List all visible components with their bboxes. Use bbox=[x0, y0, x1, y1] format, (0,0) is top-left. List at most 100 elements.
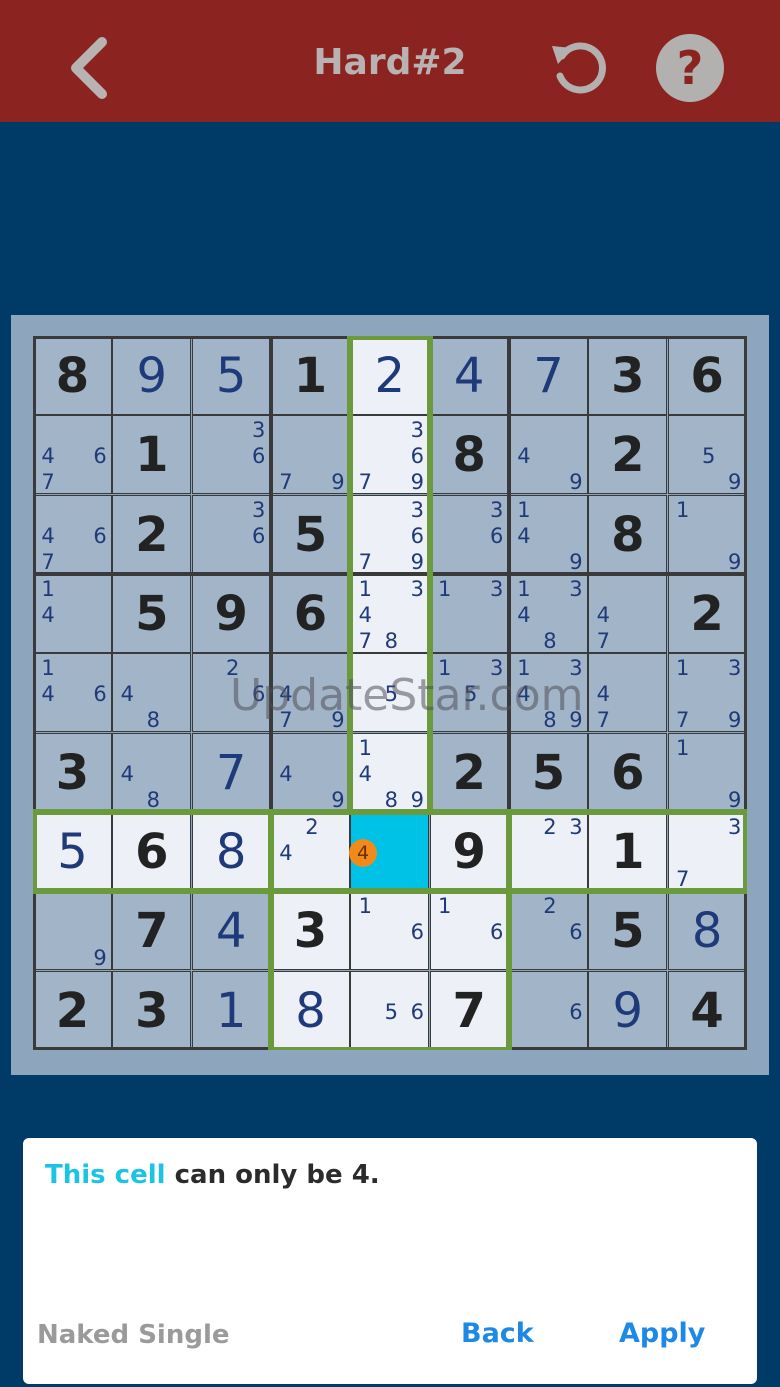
sudoku-cell[interactable]: 36 bbox=[191, 494, 271, 574]
sudoku-cell[interactable]: 8 bbox=[588, 494, 668, 574]
sudoku-cell[interactable]: 9 bbox=[429, 811, 509, 891]
sudoku-cell[interactable]: 23 bbox=[508, 811, 588, 891]
sudoku-cell[interactable]: 5 bbox=[588, 891, 668, 971]
cell-value: 3 bbox=[135, 982, 169, 1039]
sudoku-cell[interactable]: 1 bbox=[112, 415, 192, 495]
sudoku-cell[interactable]: 14 bbox=[33, 573, 112, 653]
sudoku-cell[interactable]: 8 bbox=[667, 891, 747, 971]
sudoku-cell[interactable]: 47 bbox=[588, 573, 668, 653]
sudoku-cell[interactable]: 2 bbox=[588, 415, 668, 495]
sudoku-cell[interactable]: 7 bbox=[191, 732, 271, 812]
sudoku-cell[interactable]: 16 bbox=[350, 891, 430, 971]
sudoku-cell[interactable]: 5 bbox=[112, 573, 192, 653]
cell-candidate: 6 bbox=[489, 523, 504, 548]
sudoku-cell[interactable]: 14 6 bbox=[33, 653, 112, 733]
cell-candidate: 7 bbox=[41, 549, 55, 574]
cell-candidate: 1 bbox=[675, 735, 690, 760]
cell-value: 9 bbox=[136, 348, 168, 404]
sudoku-cell[interactable]: 6 bbox=[508, 970, 588, 1050]
sudoku-cell[interactable]: 6 bbox=[588, 732, 668, 812]
sudoku-cell[interactable]: 1 3 7 9 bbox=[667, 653, 747, 733]
sudoku-cell[interactable]: 1489 bbox=[350, 732, 430, 812]
sudoku-cell[interactable]: 36 bbox=[191, 415, 271, 495]
cell-candidate: 5 bbox=[384, 999, 398, 1024]
sudoku-cell[interactable]: 1 bbox=[191, 970, 271, 1050]
sudoku-cell[interactable]: 2 bbox=[33, 970, 112, 1050]
cell-candidate: 1 bbox=[517, 576, 531, 601]
cell-candidate: 9 bbox=[93, 946, 107, 971]
help-icon[interactable]: ? bbox=[656, 34, 724, 102]
sudoku-cell[interactable]: 48 bbox=[112, 653, 192, 733]
sudoku-cell[interactable]: 5 bbox=[508, 732, 588, 812]
sudoku-cell[interactable]: 59 bbox=[667, 415, 747, 495]
cell-candidate: 8 bbox=[384, 628, 398, 653]
cell-candidate: 6 bbox=[410, 999, 424, 1024]
sudoku-cell[interactable]: 24 bbox=[270, 811, 350, 891]
sudoku-cell[interactable]: 48 bbox=[112, 732, 192, 812]
cell-value: 9 bbox=[612, 982, 644, 1039]
sudoku-cell[interactable]: 7 bbox=[508, 336, 588, 415]
sudoku-cell[interactable]: 47 bbox=[588, 653, 668, 733]
cell-value: 5 bbox=[531, 744, 566, 801]
sudoku-cell[interactable]: 56 bbox=[350, 970, 430, 1050]
sudoku-cell[interactable]: 1 3 48 bbox=[508, 573, 588, 653]
cell-candidate: 6 bbox=[93, 444, 107, 469]
sudoku-cell[interactable]: 6 bbox=[667, 336, 747, 415]
sudoku-cell[interactable]: 2 bbox=[112, 494, 192, 574]
sudoku-cell[interactable]: 8 bbox=[33, 336, 112, 415]
watermark: UpdateStar.com bbox=[230, 670, 584, 721]
sudoku-cell[interactable]: 9 bbox=[33, 891, 112, 971]
sudoku-cell[interactable]: 8 bbox=[270, 970, 350, 1050]
sudoku-cell[interactable]: 19 bbox=[667, 732, 747, 812]
cell-value: 7 bbox=[135, 903, 169, 960]
sudoku-cell[interactable]: 49 bbox=[270, 732, 350, 812]
sudoku-cell[interactable]: 37 bbox=[667, 811, 747, 891]
sudoku-cell[interactable]: 19 bbox=[667, 494, 747, 574]
sudoku-cell[interactable]: 13 bbox=[429, 573, 509, 653]
back-button[interactable]: Back bbox=[461, 1318, 534, 1349]
sudoku-cell[interactable]: 14 9 bbox=[508, 494, 588, 574]
sudoku-cell[interactable]: 3 bbox=[112, 970, 192, 1050]
sudoku-cell[interactable]: 3 bbox=[33, 732, 112, 812]
sudoku-cell[interactable]: 1 3 478 bbox=[350, 573, 430, 653]
sudoku-cell[interactable]: 49 bbox=[508, 415, 588, 495]
cell-candidate: 2 bbox=[543, 894, 557, 919]
sudoku-cell[interactable]: 3 bbox=[270, 891, 350, 971]
sudoku-cell[interactable]: 1 bbox=[588, 811, 668, 891]
sudoku-cell[interactable]: 79 bbox=[270, 415, 350, 495]
sudoku-cell[interactable]: 4 6 7 bbox=[33, 494, 112, 574]
cell-candidate: 9 bbox=[727, 470, 742, 495]
sudoku-cell[interactable]: 4 bbox=[191, 891, 271, 971]
sudoku-cell[interactable]: 4 6 7 bbox=[33, 415, 112, 495]
sudoku-cell[interactable]: 7 bbox=[429, 970, 509, 1050]
sudoku-cell[interactable]: 1 bbox=[270, 336, 350, 415]
cell-value: 2 bbox=[55, 982, 90, 1039]
sudoku-cell[interactable]: 5 bbox=[191, 336, 271, 415]
sudoku-cell[interactable]: 2 bbox=[667, 573, 747, 653]
sudoku-cell[interactable]: 2 bbox=[350, 336, 430, 415]
sudoku-cell[interactable]: 36 7 9 bbox=[350, 494, 430, 574]
sudoku-cell[interactable]: 9 bbox=[112, 336, 192, 415]
sudoku-cell[interactable]: 6 bbox=[112, 811, 192, 891]
cell-candidate: 4 bbox=[596, 602, 610, 627]
sudoku-cell[interactable]: 5 bbox=[270, 494, 350, 574]
sudoku-cell[interactable]: 16 bbox=[429, 891, 509, 971]
sudoku-cell[interactable]: 3 bbox=[588, 336, 668, 415]
apply-button[interactable]: Apply bbox=[619, 1318, 705, 1349]
sudoku-cell[interactable]: 8 bbox=[429, 415, 509, 495]
sudoku-cell[interactable]: 9 bbox=[588, 970, 668, 1050]
sudoku-cell[interactable]: 2 bbox=[429, 732, 509, 812]
sudoku-cell[interactable]: 4 bbox=[667, 970, 747, 1050]
sudoku-cell[interactable]: 6 bbox=[270, 573, 350, 653]
sudoku-cell[interactable]: 26 bbox=[508, 891, 588, 971]
sudoku-cell[interactable]: 36 7 9 bbox=[350, 415, 430, 495]
sudoku-cell[interactable]: 5 bbox=[33, 811, 112, 891]
undo-icon[interactable] bbox=[548, 36, 612, 100]
sudoku-cell[interactable]: 8 bbox=[191, 811, 271, 891]
sudoku-cell[interactable]: 36 bbox=[429, 494, 509, 574]
sudoku-cell[interactable]: 4 bbox=[429, 336, 509, 415]
sudoku-cell[interactable]: 9 bbox=[191, 573, 271, 653]
cell-value: 8 bbox=[691, 903, 723, 960]
sudoku-cell[interactable]: 7 bbox=[112, 891, 192, 971]
cell-candidate: 7 bbox=[358, 470, 372, 495]
